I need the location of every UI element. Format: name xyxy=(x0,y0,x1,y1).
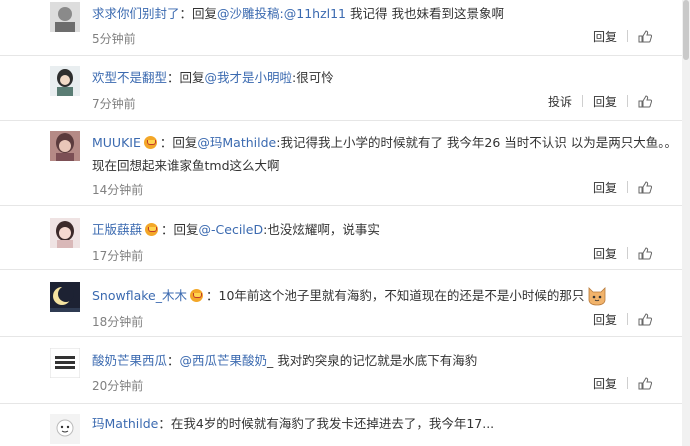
comment-item: 正版蕻蕻 ：回复@-CecileD:也没炫耀啊，说事实 17分钟前 回复 xyxy=(0,206,682,270)
avatar[interactable] xyxy=(50,131,80,161)
scrollbar[interactable] xyxy=(682,0,690,446)
like-icon[interactable] xyxy=(638,181,652,194)
comment-time: 18分钟前 xyxy=(92,315,144,329)
comment-actions: 回复 xyxy=(583,311,652,328)
comment-item: 欢型不是翻型：回复@我才是小明啦:很可怜 7分钟前 投诉 回复 xyxy=(0,56,682,121)
comment-username[interactable]: 正版蕻蕻 xyxy=(92,222,142,237)
comment-time: 14分钟前 xyxy=(92,183,144,197)
action-divider xyxy=(627,377,628,389)
vip-crown-icon xyxy=(143,136,157,149)
comment-text: 我记得 我也妹看到这景象啊 xyxy=(346,6,504,21)
comment-mention[interactable]: @沙雕投稿:@11hzl11 xyxy=(217,6,346,21)
comment-text: 10年前这个池子里就有海豹，不知道现在的还是不是小时候的那只 xyxy=(218,288,585,303)
comment-prefix: ： xyxy=(167,353,180,368)
comment-prefix: ：回复 xyxy=(167,70,205,85)
reply-button[interactable]: 回复 xyxy=(593,247,617,261)
avatar[interactable] xyxy=(50,348,80,378)
comment-actions: 回复 xyxy=(583,375,652,392)
comment-item: Snowflake_木木 ：10年前这个池子里就有海豹，不知道现在的还是不是小时候… xyxy=(0,270,682,337)
reply-button[interactable]: 回复 xyxy=(593,30,617,44)
action-divider xyxy=(627,95,628,107)
comment-text: _ 我对趵突泉的记忆就是水底下有海豹 xyxy=(267,353,478,368)
comment-username[interactable]: 玛Mathilde xyxy=(92,416,158,431)
comment-mention[interactable]: @西瓜芒果酸奶 xyxy=(180,353,268,368)
comment-actions: 回复 xyxy=(583,28,652,45)
cat-face-emoji-icon xyxy=(589,287,606,306)
comment-line: 求求你们别封了：回复@沙雕投稿:@11hzl11 我记得 我也妹看到这景象啊 xyxy=(92,2,686,25)
report-button[interactable]: 投诉 xyxy=(548,95,572,109)
comment-username[interactable]: 欢型不是翻型 xyxy=(92,70,167,85)
comment-item: MUUKIE ：回复@玛Mathilde:我记得我上小学的时候就有了 我今年26 … xyxy=(0,121,682,206)
comment-line: 玛Mathilde：在我4岁的时候就有海豹了我发卡还掉进去了，我今年17... xyxy=(92,412,686,435)
action-divider xyxy=(627,313,628,325)
avatar[interactable] xyxy=(50,282,80,312)
comment-prefix: ：回复 xyxy=(161,222,199,237)
comment-line: MUUKIE ：回复@玛Mathilde:我记得我上小学的时候就有了 我今年26 … xyxy=(92,131,686,177)
avatar[interactable] xyxy=(50,414,80,444)
reply-button[interactable]: 回复 xyxy=(593,181,617,195)
reply-button[interactable]: 回复 xyxy=(593,95,617,109)
comment-item: 求求你们别封了：回复@沙雕投稿:@11hzl11 我记得 我也妹看到这景象啊 5… xyxy=(0,0,682,56)
comment-text: 在我4岁的时候就有海豹了我发卡还掉进去了，我今年17... xyxy=(170,416,495,431)
comment-username[interactable]: MUUKIE xyxy=(92,135,141,150)
comment-mention[interactable]: @我才是小明啦 xyxy=(205,70,293,85)
like-icon[interactable] xyxy=(638,247,652,260)
comment-username[interactable]: 求求你们别封了 xyxy=(92,6,180,21)
avatar[interactable] xyxy=(50,218,80,248)
comment-username[interactable]: 酸奶芒果西瓜 xyxy=(92,353,167,368)
action-divider xyxy=(627,181,628,193)
comment-time: 20分钟前 xyxy=(92,379,144,393)
like-icon[interactable] xyxy=(638,313,652,326)
comment-line: 酸奶芒果西瓜：@西瓜芒果酸奶_ 我对趵突泉的记忆就是水底下有海豹 xyxy=(92,349,686,372)
comment-username[interactable]: Snowflake_木木 xyxy=(92,288,187,303)
comment-actions: 回复 xyxy=(583,179,652,196)
like-icon[interactable] xyxy=(638,95,652,108)
avatar[interactable] xyxy=(50,66,80,96)
comment-time: 7分钟前 xyxy=(92,97,136,111)
comment-actions: 回复 xyxy=(583,245,652,262)
comment-prefix: ：回复 xyxy=(159,135,198,150)
action-divider xyxy=(581,95,583,107)
comment-line: 欢型不是翻型：回复@我才是小明啦:很可怜 xyxy=(92,66,686,89)
comment-time: 17分钟前 xyxy=(92,249,144,263)
comment-item: 玛Mathilde：在我4岁的时候就有海豹了我发卡还掉进去了，我今年17... xyxy=(0,404,682,446)
comment-prefix: ： xyxy=(158,416,171,431)
comment-actions: 投诉 回复 xyxy=(538,93,652,110)
comment-text: :也没炫耀啊，说事实 xyxy=(263,222,380,237)
comment-mention[interactable]: @-CecileD xyxy=(199,222,264,237)
vip-crown-icon xyxy=(145,223,159,236)
action-divider xyxy=(627,30,628,42)
comment-prefix: ：回复 xyxy=(179,6,218,21)
like-icon[interactable] xyxy=(638,377,652,390)
avatar[interactable] xyxy=(50,2,80,32)
comment-line: 正版蕻蕻 ：回复@-CecileD:也没炫耀啊，说事实 xyxy=(92,218,686,241)
comment-prefix: ： xyxy=(206,288,219,303)
action-divider xyxy=(627,247,628,259)
comment-time: 5分钟前 xyxy=(92,32,136,46)
comment-text: :很可怜 xyxy=(292,70,334,85)
like-icon[interactable] xyxy=(638,30,652,43)
vip-crown-icon xyxy=(190,289,203,302)
comment-line: Snowflake_木木 ：10年前这个池子里就有海豹，不知道现在的还是不是小时候… xyxy=(92,284,686,307)
reply-button[interactable]: 回复 xyxy=(593,313,617,327)
reply-button[interactable]: 回复 xyxy=(593,377,617,391)
comment-item: 酸奶芒果西瓜：@西瓜芒果酸奶_ 我对趵突泉的记忆就是水底下有海豹 20分钟前 回… xyxy=(0,337,682,404)
comment-mention[interactable]: @玛Mathilde xyxy=(197,135,276,150)
scrollbar-thumb[interactable] xyxy=(683,0,689,60)
